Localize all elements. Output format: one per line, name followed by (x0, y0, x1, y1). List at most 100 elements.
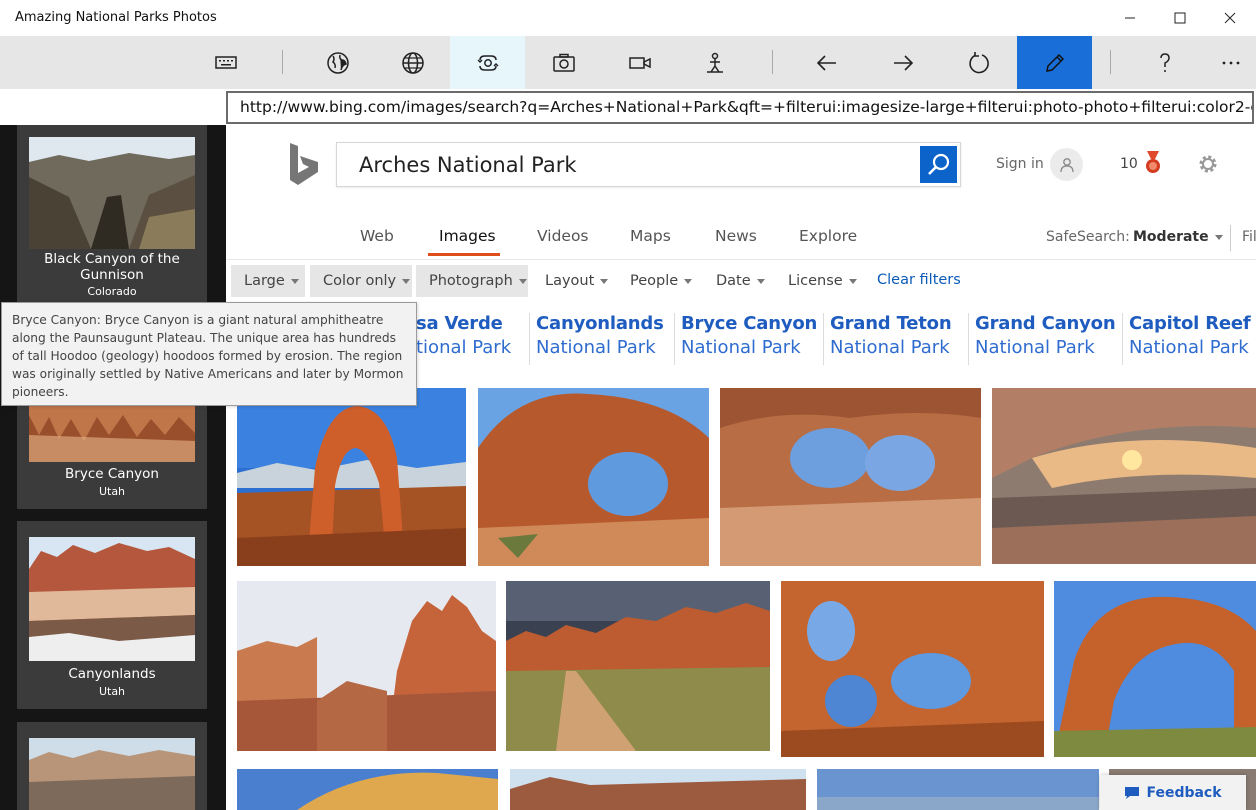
maximize-button[interactable] (1154, 0, 1206, 36)
related-title: sa Verde (416, 313, 503, 334)
camera-icon (552, 53, 575, 72)
tab-maps[interactable]: Maps (630, 227, 671, 245)
pen-icon (1045, 53, 1064, 72)
image-result[interactable] (237, 388, 466, 566)
park-thumbnail (29, 738, 195, 810)
filter-color[interactable]: Color only (310, 265, 412, 297)
related-search-canyonlands[interactable]: Canyonlands National Park (529, 313, 664, 365)
search-input[interactable]: Arches National Park (359, 153, 577, 177)
refresh-icon (968, 51, 989, 73)
image-result[interactable] (510, 769, 806, 810)
camera-switch-button[interactable] (450, 36, 525, 89)
minimize-icon (1125, 17, 1135, 19)
filter-date[interactable]: Date (703, 265, 773, 297)
park-card-black-canyon[interactable]: Black Canyon of the Gunnison Colorado (17, 125, 207, 303)
earth-button[interactable] (300, 36, 375, 89)
image-result[interactable] (237, 769, 498, 810)
gear-icon[interactable] (1197, 153, 1219, 175)
tab-videos[interactable]: Videos (537, 227, 589, 245)
bing-logo-icon (290, 143, 318, 185)
rewards-count[interactable]: 10 (1120, 156, 1138, 172)
related-subtitle: National Park (975, 337, 1095, 358)
tab-news[interactable]: News (715, 227, 757, 245)
related-title: Bryce Canyon (681, 313, 818, 334)
related-search-capitol-reef[interactable]: Capitol Reef National Park (1122, 313, 1251, 365)
image-result[interactable] (478, 388, 709, 566)
filter-layout[interactable]: Layout (532, 265, 612, 297)
filter-type[interactable]: Photograph (416, 265, 528, 297)
related-title: Grand Teton (830, 313, 952, 334)
forward-button[interactable] (865, 36, 940, 89)
park-name: Bryce Canyon (65, 466, 159, 482)
related-title: Grand Canyon (975, 313, 1116, 334)
filters-toggle[interactable]: Fil (1242, 229, 1256, 245)
help-icon (1159, 52, 1170, 72)
back-button[interactable] (789, 36, 864, 89)
search-box[interactable]: Arches National Park (336, 142, 961, 187)
video-icon (628, 56, 651, 69)
park-sidebar[interactable]: Black Canyon of the Gunnison Colorado Br… (0, 125, 226, 810)
park-state: Utah (98, 485, 126, 498)
filter-label: License (788, 273, 843, 289)
safesearch-dropdown[interactable]: Moderate (1133, 229, 1223, 245)
related-search-grand-teton[interactable]: Grand Teton National Park (823, 313, 952, 365)
image-result[interactable] (237, 581, 496, 751)
chevron-down-icon (518, 278, 527, 284)
filter-label: Large (244, 273, 285, 289)
search-icon (927, 153, 949, 175)
globe-icon (401, 51, 424, 74)
park-card-canyonlands[interactable]: Canyonlands Utah (17, 521, 207, 709)
refresh-button[interactable] (941, 36, 1016, 89)
park-card-next[interactable] (17, 722, 207, 810)
image-result[interactable] (817, 769, 1099, 810)
video-button[interactable] (602, 36, 677, 89)
tabs-divider-line (226, 259, 1256, 260)
toolbar-separator (772, 50, 773, 74)
address-bar[interactable]: http://www.bing.com/images/search?q=Arch… (226, 91, 1254, 124)
filter-label: People (630, 273, 679, 289)
filter-size[interactable]: Large (231, 265, 305, 297)
minimize-button[interactable] (1104, 0, 1156, 36)
park-thumbnail (29, 137, 195, 249)
related-search-grand-canyon[interactable]: Grand Canyon National Park (968, 313, 1116, 365)
camera-button[interactable] (526, 36, 601, 89)
feedback-label: Feedback (1146, 784, 1222, 801)
tab-images[interactable]: Images (439, 227, 496, 245)
tab-web[interactable]: Web (360, 227, 394, 245)
search-button[interactable] (920, 146, 957, 183)
forward-arrow-icon (893, 54, 913, 71)
filter-label: Color only (323, 273, 397, 289)
rewards-medal-icon[interactable] (1144, 151, 1162, 175)
help-button[interactable] (1127, 36, 1202, 89)
more-button[interactable] (1193, 36, 1256, 89)
feedback-button[interactable]: Feedback (1100, 775, 1246, 810)
chevron-down-icon (402, 278, 411, 284)
image-result[interactable] (720, 388, 981, 566)
tab-explore[interactable]: Explore (799, 227, 857, 245)
related-title: Canyonlands (536, 313, 664, 334)
image-result[interactable] (781, 581, 1044, 757)
related-search-bryce-canyon[interactable]: Bryce Canyon National Park (674, 313, 817, 365)
close-button[interactable] (1204, 0, 1256, 36)
image-result[interactable] (992, 388, 1256, 564)
globe-button[interactable] (375, 36, 450, 89)
toolbar-separator (282, 50, 283, 74)
keyboard-button[interactable] (188, 36, 263, 89)
person-pin-button[interactable] (677, 36, 752, 89)
bing-page: Arches National Park Sign in 10 Web Imag… (226, 125, 1256, 810)
filter-license[interactable]: License (775, 265, 865, 297)
person-pin-icon (706, 52, 723, 73)
more-icon (1222, 61, 1239, 64)
filter-people[interactable]: People (617, 265, 697, 297)
related-search-mesa-verde[interactable]: sa Verde tional Park (412, 313, 511, 365)
image-result[interactable] (1054, 581, 1256, 757)
safesearch-value: Moderate (1133, 229, 1209, 245)
pen-button[interactable] (1017, 36, 1092, 89)
filter-bar: Large Color only Photograph Layout Peopl… (226, 265, 1256, 299)
window-title: Amazing National Parks Photos (15, 10, 217, 25)
sign-in-link[interactable]: Sign in (996, 156, 1044, 172)
maximize-icon (1174, 12, 1186, 24)
clear-filters-link[interactable]: Clear filters (877, 272, 961, 288)
image-result[interactable] (506, 581, 770, 751)
avatar[interactable] (1050, 148, 1083, 181)
